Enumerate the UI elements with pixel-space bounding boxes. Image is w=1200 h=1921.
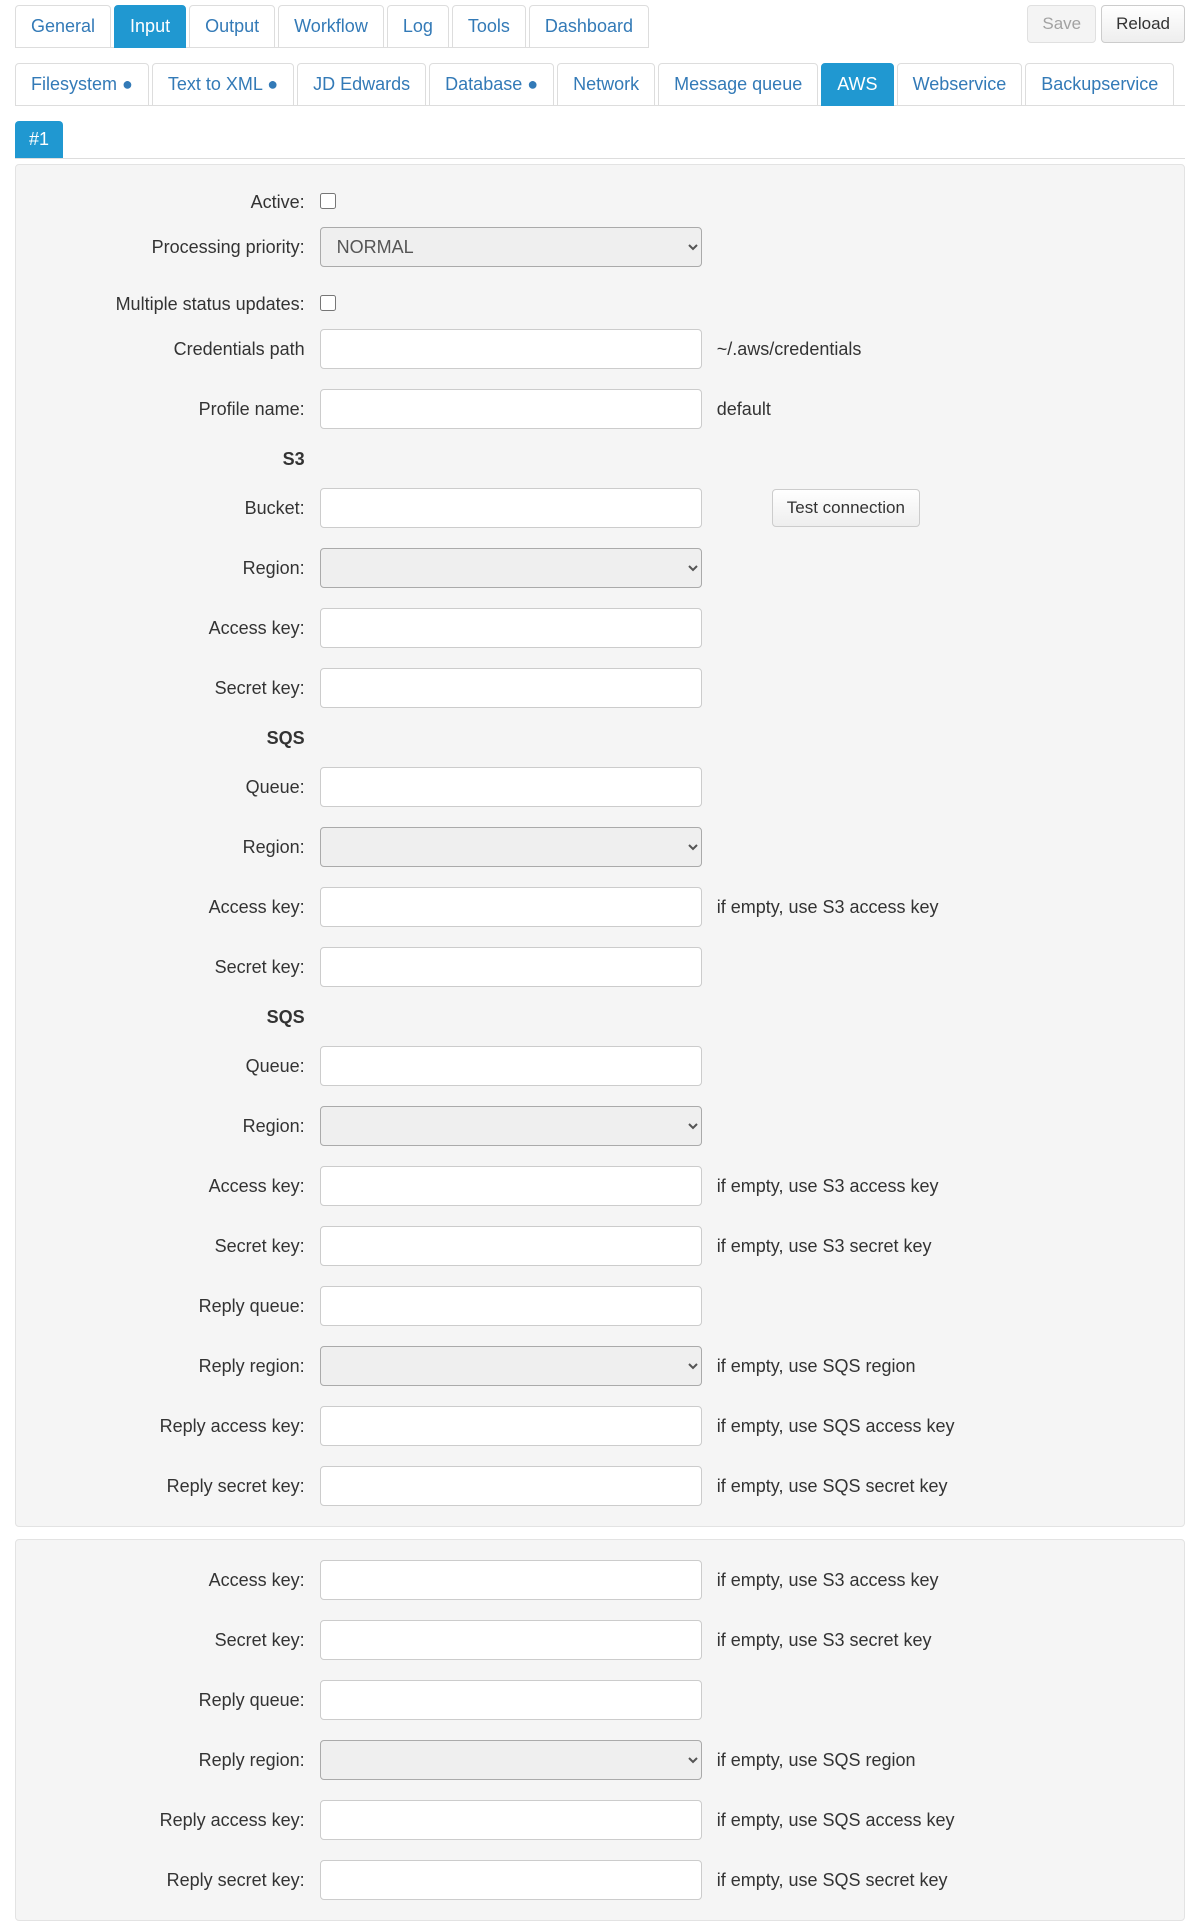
tab-input[interactable]: Input bbox=[114, 5, 186, 48]
sqs1-access-key-input[interactable] bbox=[320, 887, 702, 927]
sqs1-secret-key-input[interactable] bbox=[320, 947, 702, 987]
sqs2-reply-secret-key-input[interactable] bbox=[320, 1466, 702, 1506]
profile-name-label: Profile name: bbox=[16, 399, 320, 420]
sqs2-queue-input[interactable] bbox=[320, 1046, 702, 1086]
priority-select[interactable]: NORMAL bbox=[320, 227, 702, 267]
subtab-jd-edwards[interactable]: JD Edwards bbox=[297, 63, 426, 106]
p2-secret-key-input[interactable] bbox=[320, 1620, 702, 1660]
sqs2-reply-secret-key-hint: if empty, use SQS secret key bbox=[717, 1476, 948, 1497]
tab-dashboard[interactable]: Dashboard bbox=[529, 5, 649, 48]
sqs2-section-header: SQS bbox=[16, 1007, 320, 1028]
p2-reply-queue-input[interactable] bbox=[320, 1680, 702, 1720]
sqs2-reply-access-key-label: Reply access key: bbox=[16, 1416, 320, 1437]
sqs1-section-header: SQS bbox=[16, 728, 320, 749]
instance-tab-1[interactable]: #1 bbox=[15, 121, 63, 158]
p2-reply-queue-label: Reply queue: bbox=[16, 1690, 320, 1711]
s3-access-key-label: Access key: bbox=[16, 618, 320, 639]
tab-general[interactable]: General bbox=[15, 5, 111, 48]
subtab-network[interactable]: Network bbox=[557, 63, 655, 106]
p2-reply-secret-key-label: Reply secret key: bbox=[16, 1870, 320, 1891]
sqs2-queue-label: Queue: bbox=[16, 1056, 320, 1077]
reload-button[interactable]: Reload bbox=[1101, 5, 1185, 43]
subtab-message-queue[interactable]: Message queue bbox=[658, 63, 818, 106]
sqs2-secret-key-label: Secret key: bbox=[16, 1236, 320, 1257]
sub-tab-bar: Filesystem ● Text to XML ● JD Edwards Da… bbox=[15, 63, 1185, 106]
p2-access-key-input[interactable] bbox=[320, 1560, 702, 1600]
p2-reply-access-key-input[interactable] bbox=[320, 1800, 702, 1840]
sqs2-reply-queue-input[interactable] bbox=[320, 1286, 702, 1326]
credentials-path-label: Credentials path bbox=[16, 339, 320, 360]
p2-secret-key-label: Secret key: bbox=[16, 1630, 320, 1651]
credentials-path-input[interactable] bbox=[320, 329, 702, 369]
p2-reply-access-key-hint: if empty, use SQS access key bbox=[717, 1810, 955, 1831]
multi-status-label: Multiple status updates: bbox=[16, 294, 320, 315]
sqs1-queue-label: Queue: bbox=[16, 777, 320, 798]
subtab-aws[interactable]: AWS bbox=[821, 63, 893, 106]
sqs2-secret-key-input[interactable] bbox=[320, 1226, 702, 1266]
tab-output[interactable]: Output bbox=[189, 5, 275, 48]
profile-name-input[interactable] bbox=[320, 389, 702, 429]
sqs1-queue-input[interactable] bbox=[320, 767, 702, 807]
subtab-filesystem[interactable]: Filesystem ● bbox=[15, 63, 149, 106]
tab-workflow[interactable]: Workflow bbox=[278, 5, 384, 48]
sqs2-reply-access-key-input[interactable] bbox=[320, 1406, 702, 1446]
s3-access-key-input[interactable] bbox=[320, 608, 702, 648]
test-connection-button[interactable]: Test connection bbox=[772, 489, 920, 527]
main-tab-bar: General Input Output Workflow Log Tools … bbox=[15, 5, 649, 48]
p2-reply-region-label: Reply region: bbox=[16, 1750, 320, 1771]
sqs2-reply-access-key-hint: if empty, use SQS access key bbox=[717, 1416, 955, 1437]
subtab-text-to-xml[interactable]: Text to XML ● bbox=[152, 63, 294, 106]
p2-access-key-label: Access key: bbox=[16, 1570, 320, 1591]
save-button[interactable]: Save bbox=[1027, 5, 1096, 43]
p2-access-key-hint: if empty, use S3 access key bbox=[717, 1570, 939, 1591]
tab-tools[interactable]: Tools bbox=[452, 5, 526, 48]
sqs1-access-key-label: Access key: bbox=[16, 897, 320, 918]
sqs2-region-select[interactable] bbox=[320, 1106, 702, 1146]
sqs2-reply-region-hint: if empty, use SQS region bbox=[717, 1356, 916, 1377]
active-label: Active: bbox=[16, 192, 320, 213]
p2-reply-access-key-label: Reply access key: bbox=[16, 1810, 320, 1831]
sqs2-secret-key-hint: if empty, use S3 secret key bbox=[717, 1236, 932, 1257]
s3-region-label: Region: bbox=[16, 558, 320, 579]
sqs2-access-key-hint: if empty, use S3 access key bbox=[717, 1176, 939, 1197]
profile-name-hint: default bbox=[717, 399, 771, 420]
sqs2-reply-region-select[interactable] bbox=[320, 1346, 702, 1386]
s3-bucket-label: Bucket: bbox=[16, 498, 320, 519]
subtab-database[interactable]: Database ● bbox=[429, 63, 554, 106]
config-panel-1: Active: Processing priority: NORMAL Mult… bbox=[15, 164, 1185, 1527]
s3-region-select[interactable] bbox=[320, 548, 702, 588]
s3-bucket-input[interactable] bbox=[320, 488, 702, 528]
p2-reply-region-select[interactable] bbox=[320, 1740, 702, 1780]
sqs2-region-label: Region: bbox=[16, 1116, 320, 1137]
tab-log[interactable]: Log bbox=[387, 5, 449, 48]
sqs1-region-select[interactable] bbox=[320, 827, 702, 867]
p2-reply-secret-key-hint: if empty, use SQS secret key bbox=[717, 1870, 948, 1891]
priority-label: Processing priority: bbox=[16, 237, 320, 258]
active-checkbox[interactable] bbox=[320, 193, 336, 209]
multi-status-checkbox[interactable] bbox=[320, 295, 336, 311]
credentials-path-hint: ~/.aws/credentials bbox=[717, 339, 862, 360]
subtab-webservice[interactable]: Webservice bbox=[897, 63, 1023, 106]
p2-secret-key-hint: if empty, use S3 secret key bbox=[717, 1630, 932, 1651]
sqs2-reply-secret-key-label: Reply secret key: bbox=[16, 1476, 320, 1497]
s3-secret-key-input[interactable] bbox=[320, 668, 702, 708]
instance-tab-bar: #1 bbox=[15, 121, 1185, 159]
s3-section-header: S3 bbox=[16, 449, 320, 470]
sqs1-secret-key-label: Secret key: bbox=[16, 957, 320, 978]
sqs1-region-label: Region: bbox=[16, 837, 320, 858]
p2-reply-secret-key-input[interactable] bbox=[320, 1860, 702, 1900]
sqs2-reply-queue-label: Reply queue: bbox=[16, 1296, 320, 1317]
sqs1-access-key-hint: if empty, use S3 access key bbox=[717, 897, 939, 918]
subtab-backupservice[interactable]: Backupservice bbox=[1025, 63, 1174, 106]
config-panel-2: Access key: if empty, use S3 access key … bbox=[15, 1539, 1185, 1921]
sqs2-access-key-input[interactable] bbox=[320, 1166, 702, 1206]
sqs2-access-key-label: Access key: bbox=[16, 1176, 320, 1197]
p2-reply-region-hint: if empty, use SQS region bbox=[717, 1750, 916, 1771]
sqs2-reply-region-label: Reply region: bbox=[16, 1356, 320, 1377]
s3-secret-key-label: Secret key: bbox=[16, 678, 320, 699]
